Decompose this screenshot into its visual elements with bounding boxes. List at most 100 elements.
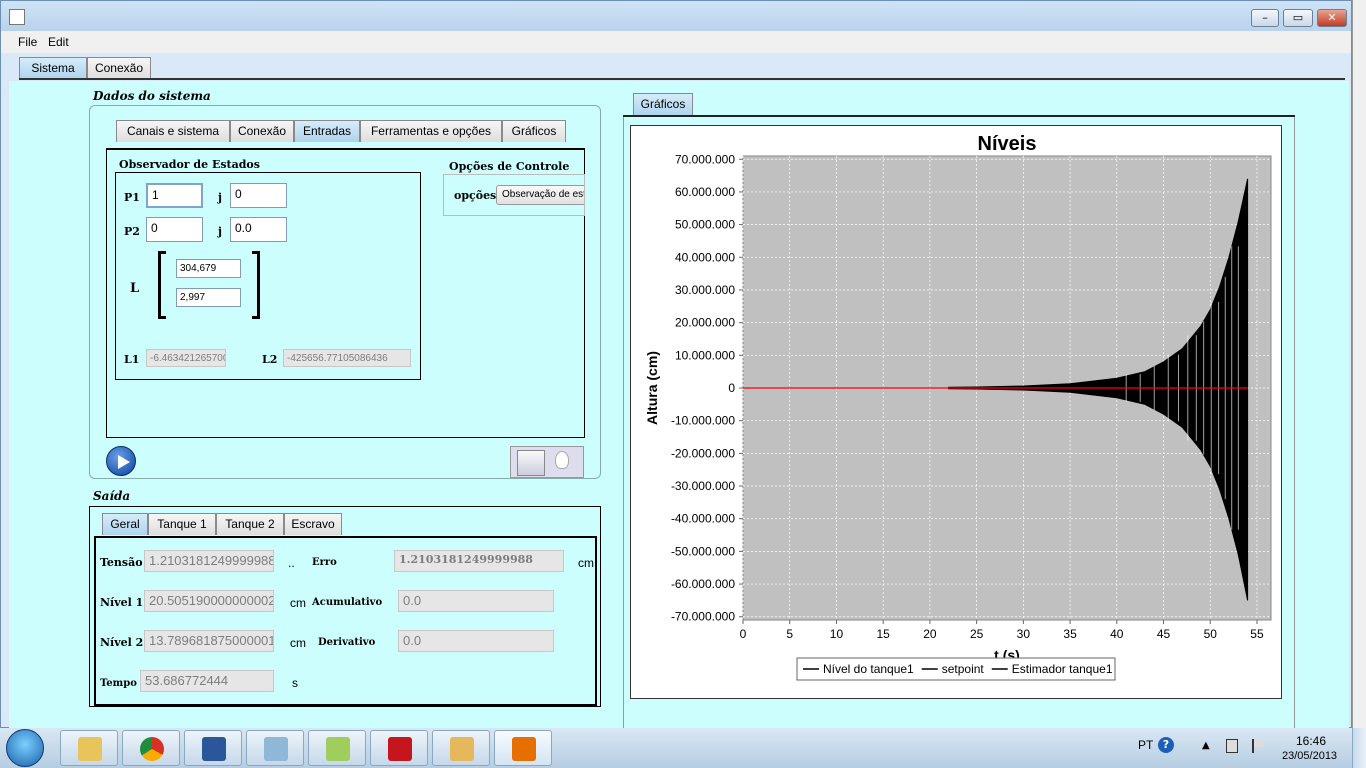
tab-entradas[interactable]: Entradas [294, 120, 360, 142]
tab-graficos-inner[interactable]: Gráficos [502, 120, 566, 142]
nivel1-label: Nível 1 [100, 596, 144, 609]
tab-sistema[interactable]: Sistema [19, 57, 87, 79]
x-tick-label: 45 [1157, 627, 1171, 641]
show-desktop-button[interactable] [1352, 728, 1366, 768]
saida-title: Saída [93, 489, 131, 503]
y-tick-label: -20.000.000 [671, 446, 735, 460]
y-tick-label: 60.000.000 [675, 185, 735, 199]
taskbar-explorer[interactable] [60, 730, 118, 766]
p1-input[interactable]: 1 [146, 183, 203, 208]
x-tick-label: 35 [1063, 627, 1077, 641]
x-tick-label: 25 [970, 627, 984, 641]
pdf-icon [388, 737, 412, 761]
y-tick-label: 50.000.000 [675, 218, 735, 232]
legend-label: setpoint [942, 662, 985, 676]
l-label: L [130, 281, 140, 296]
l-matrix-input-1[interactable]: 304,679 [176, 259, 241, 278]
maximize-button[interactable]: ▭ [1283, 9, 1313, 27]
y-tick-label: 20.000.000 [675, 316, 735, 330]
background-window-edge [1352, 0, 1366, 728]
x-tick-label: 15 [876, 627, 890, 641]
dados-title: Dados do sistema [93, 89, 211, 103]
geral-content: Tensão 1.2103181249999988 .. Erro 1.2103… [94, 536, 597, 706]
y-tick-label: -10.000.000 [671, 414, 735, 428]
application-window: – ▭ ✕ File Edit Sistema Conexão Dados do… [0, 0, 1352, 729]
x-tick-label: 50 [1204, 627, 1218, 641]
y-tick-label: -50.000.000 [671, 544, 735, 558]
taskbar-java[interactable] [494, 730, 552, 766]
chrome-icon [140, 737, 164, 761]
tab-tanque1[interactable]: Tanque 1 [148, 513, 216, 535]
erro-label: Erro [312, 557, 337, 568]
erro-unit: cm [578, 556, 594, 570]
tab-ferramentas[interactable]: Ferramentas e opções [360, 120, 502, 142]
y-tick-label: -70.000.000 [671, 610, 735, 624]
p2-input[interactable]: 0 [146, 217, 203, 242]
taskbar-chrome[interactable] [122, 730, 180, 766]
chart-title: Níveis [978, 133, 1037, 155]
taskbar-notepadpp[interactable] [308, 730, 366, 766]
flag-tray-icon[interactable] [1252, 739, 1264, 753]
minimize-button[interactable]: – [1251, 9, 1279, 27]
controle-title: Opções de Controle [449, 160, 570, 173]
observer-box: P1 1 j 0 P2 0 j 0.0 L 304,679 2,997 L1 -… [115, 172, 421, 380]
legend-label: Estimador tanque1 [1012, 662, 1113, 676]
tab-escravo[interactable]: Escravo [284, 513, 342, 535]
taskbar-word[interactable] [184, 730, 242, 766]
erro-field: 1.2103181249999988 [394, 550, 564, 572]
close-button[interactable]: ✕ [1317, 9, 1347, 27]
network-config-icon[interactable] [517, 450, 545, 476]
network-tray-icon[interactable] [1226, 739, 1238, 753]
x-tick-label: 5 [786, 627, 793, 641]
menu-edit[interactable]: Edit [48, 35, 69, 49]
taskbar-paint[interactable] [432, 730, 490, 766]
l2-field: -425656.77105086436 [283, 349, 411, 367]
y-tick-label: -40.000.000 [671, 512, 735, 526]
p1-label: P1 [124, 191, 140, 204]
taskbar-acrobat[interactable] [370, 730, 428, 766]
j2-input[interactable]: 0.0 [230, 217, 287, 242]
show-hidden-icons[interactable]: ▲ [1202, 740, 1210, 751]
j2-label: j [218, 225, 222, 238]
l1-label: L1 [124, 353, 140, 366]
tab-geral[interactable]: Geral [102, 513, 148, 535]
opcoes-dropdown[interactable]: Observação de estados [496, 185, 584, 205]
tab-conexao[interactable]: Conexão [87, 57, 151, 79]
x-tick-label: 55 [1250, 627, 1264, 641]
start-button[interactable] [6, 729, 44, 767]
observer-title: Observador de Estados [119, 158, 260, 171]
java-app-icon[interactable] [9, 9, 25, 25]
x-tick-label: 10 [830, 627, 844, 641]
matrix-bracket-left [158, 251, 166, 319]
cube-icon [264, 737, 288, 761]
nivel2-label: Nível 2 [100, 636, 144, 649]
title-bar[interactable]: – ▭ ✕ [1, 1, 1351, 31]
acumulativo-label: Acumulativo [312, 597, 383, 608]
tab-tanque2[interactable]: Tanque 2 [216, 513, 284, 535]
tensao-label: Tensão [100, 556, 143, 569]
play-button[interactable] [106, 446, 136, 476]
y-tick-label: 30.000.000 [675, 283, 735, 297]
j1-input[interactable]: 0 [230, 183, 287, 208]
y-axis-label: Altura (cm) [644, 351, 660, 425]
tab-canais[interactable]: Canais e sistema [116, 120, 230, 142]
tab-graficos[interactable]: Gráficos [633, 93, 693, 115]
legend-label: Nível do tanque1 [823, 662, 914, 676]
clock-time[interactable]: 16:46 [1296, 734, 1326, 748]
tensao-unit: .. [288, 556, 295, 570]
clock-date[interactable]: 23/05/2013 [1282, 750, 1337, 762]
y-tick-label: 70.000.000 [675, 152, 735, 166]
menu-file[interactable]: File [18, 35, 37, 49]
folder-icon [78, 737, 102, 761]
y-tick-label: 40.000.000 [675, 250, 735, 264]
language-indicator[interactable]: PT [1138, 738, 1153, 752]
x-tick-label: 30 [1017, 627, 1031, 641]
x-tick-label: 20 [923, 627, 937, 641]
tab-conexao-inner[interactable]: Conexão [230, 120, 294, 142]
java-icon [512, 737, 536, 761]
taskbar-app-cube[interactable] [246, 730, 304, 766]
help-icon[interactable]: ? [1158, 737, 1174, 753]
l-matrix-input-2[interactable]: 2,997 [176, 288, 241, 307]
lightbulb-icon[interactable] [555, 451, 569, 469]
l1-field: -6.46342126570072E7 [146, 349, 226, 367]
